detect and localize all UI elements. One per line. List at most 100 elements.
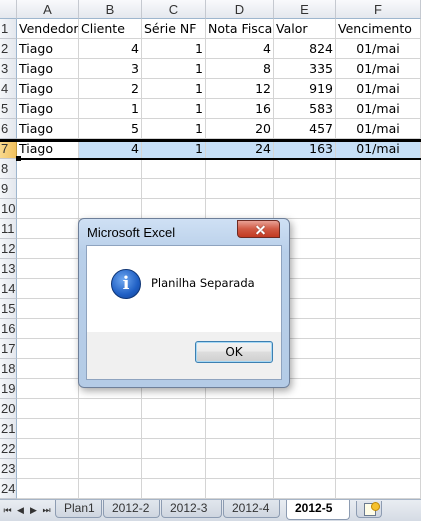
- select-all-corner[interactable]: [0, 0, 17, 19]
- row-header[interactable]: 9: [0, 179, 17, 199]
- grid-cell[interactable]: [17, 319, 79, 339]
- grid-cell[interactable]: 4: [79, 39, 142, 59]
- header-cell[interactable]: Vencimento: [336, 19, 421, 39]
- row-header[interactable]: 17: [0, 339, 17, 359]
- grid-cell[interactable]: [17, 339, 79, 359]
- next-sheet-icon[interactable]: ▶: [29, 505, 38, 516]
- grid-cell[interactable]: [274, 479, 336, 499]
- grid-cell[interactable]: [142, 479, 206, 499]
- fill-handle[interactable]: [16, 156, 21, 161]
- row-header[interactable]: 19: [0, 379, 17, 399]
- grid-cell[interactable]: [336, 319, 421, 339]
- grid-cell[interactable]: [79, 159, 142, 179]
- grid-cell[interactable]: [336, 239, 421, 259]
- grid-cell[interactable]: [336, 379, 421, 399]
- grid-cell[interactable]: [336, 279, 421, 299]
- grid-cell[interactable]: [17, 479, 79, 499]
- row-header[interactable]: 24: [0, 479, 17, 499]
- grid-cell[interactable]: [274, 199, 336, 219]
- grid-cell[interactable]: [79, 199, 142, 219]
- row-header[interactable]: 11: [0, 219, 17, 239]
- row-header[interactable]: 5: [0, 99, 17, 119]
- ok-button[interactable]: OK: [195, 341, 273, 363]
- grid-cell[interactable]: [17, 199, 79, 219]
- row-header[interactable]: 13: [0, 259, 17, 279]
- insert-worksheet-icon[interactable]: [356, 501, 382, 518]
- header-cell[interactable]: Valor: [274, 19, 336, 39]
- first-sheet-icon[interactable]: ⏮: [3, 505, 12, 516]
- grid-cell[interactable]: [274, 179, 336, 199]
- grid-cell[interactable]: 2: [79, 79, 142, 99]
- column-header-a[interactable]: A: [17, 0, 79, 19]
- row-header[interactable]: 18: [0, 359, 17, 379]
- grid-cell[interactable]: [274, 419, 336, 439]
- grid-cell[interactable]: Tiago: [17, 39, 79, 59]
- grid-cell[interactable]: [142, 159, 206, 179]
- grid-cell[interactable]: [336, 399, 421, 419]
- row-header[interactable]: 16: [0, 319, 17, 339]
- grid-cell[interactable]: Tiago: [17, 79, 79, 99]
- row-header[interactable]: 20: [0, 399, 17, 419]
- grid-cell[interactable]: 583: [274, 99, 336, 119]
- grid-cell[interactable]: 01/mai: [336, 139, 421, 159]
- column-header-c[interactable]: C: [142, 0, 206, 19]
- grid-cell[interactable]: 01/mai: [336, 39, 421, 59]
- grid-cell[interactable]: [17, 399, 79, 419]
- row-header[interactable]: 7: [0, 139, 17, 159]
- grid-cell[interactable]: 01/mai: [336, 119, 421, 139]
- grid-cell[interactable]: 1: [79, 99, 142, 119]
- grid-cell[interactable]: 3: [79, 59, 142, 79]
- row-header[interactable]: 1: [0, 19, 17, 39]
- grid-cell[interactable]: 824: [274, 39, 336, 59]
- grid-cell[interactable]: [17, 439, 79, 459]
- grid-cell[interactable]: 01/mai: [336, 79, 421, 99]
- grid-cell[interactable]: [274, 439, 336, 459]
- grid-cell[interactable]: 1: [142, 139, 206, 159]
- row-header[interactable]: 22: [0, 439, 17, 459]
- grid-cell[interactable]: [142, 459, 206, 479]
- grid-cell[interactable]: [17, 259, 79, 279]
- row-header[interactable]: 15: [0, 299, 17, 319]
- grid-cell[interactable]: [336, 359, 421, 379]
- close-icon[interactable]: [237, 220, 280, 238]
- header-cell[interactable]: Cliente: [79, 19, 142, 39]
- grid-cell[interactable]: 12: [206, 79, 274, 99]
- grid-cell[interactable]: 1: [142, 119, 206, 139]
- grid-cell[interactable]: [336, 419, 421, 439]
- grid-cell[interactable]: [79, 439, 142, 459]
- grid-cell[interactable]: [336, 199, 421, 219]
- header-cell[interactable]: Série NF: [142, 19, 206, 39]
- grid-cell[interactable]: [142, 199, 206, 219]
- row-header[interactable]: 10: [0, 199, 17, 219]
- grid-cell[interactable]: [79, 399, 142, 419]
- row-header[interactable]: 4: [0, 79, 17, 99]
- grid-cell[interactable]: [17, 219, 79, 239]
- column-header-b[interactable]: B: [79, 0, 142, 19]
- header-cell[interactable]: Nota Fisca: [206, 19, 274, 39]
- grid-cell[interactable]: 01/mai: [336, 59, 421, 79]
- grid-cell[interactable]: [274, 399, 336, 419]
- row-header[interactable]: 23: [0, 459, 17, 479]
- row-header[interactable]: 14: [0, 279, 17, 299]
- grid-cell[interactable]: [206, 399, 274, 419]
- tab-2012-4[interactable]: 2012-4: [223, 500, 280, 518]
- grid-cell[interactable]: [336, 179, 421, 199]
- grid-cell[interactable]: 1: [142, 79, 206, 99]
- grid-cell[interactable]: [142, 179, 206, 199]
- grid-cell[interactable]: 20: [206, 119, 274, 139]
- grid-cell[interactable]: 8: [206, 59, 274, 79]
- grid-cell[interactable]: [79, 179, 142, 199]
- last-sheet-icon[interactable]: ⏭: [42, 505, 51, 516]
- row-header[interactable]: 21: [0, 419, 17, 439]
- column-header-f[interactable]: F: [336, 0, 421, 19]
- grid-cell[interactable]: [336, 459, 421, 479]
- grid-cell[interactable]: [17, 179, 79, 199]
- grid-cell[interactable]: [206, 459, 274, 479]
- grid-cell[interactable]: [336, 299, 421, 319]
- row-header[interactable]: 2: [0, 39, 17, 59]
- grid-cell[interactable]: [79, 459, 142, 479]
- grid-cell[interactable]: 335: [274, 59, 336, 79]
- grid-cell[interactable]: Tiago: [17, 139, 79, 159]
- grid-cell[interactable]: [274, 459, 336, 479]
- grid-cell[interactable]: 919: [274, 79, 336, 99]
